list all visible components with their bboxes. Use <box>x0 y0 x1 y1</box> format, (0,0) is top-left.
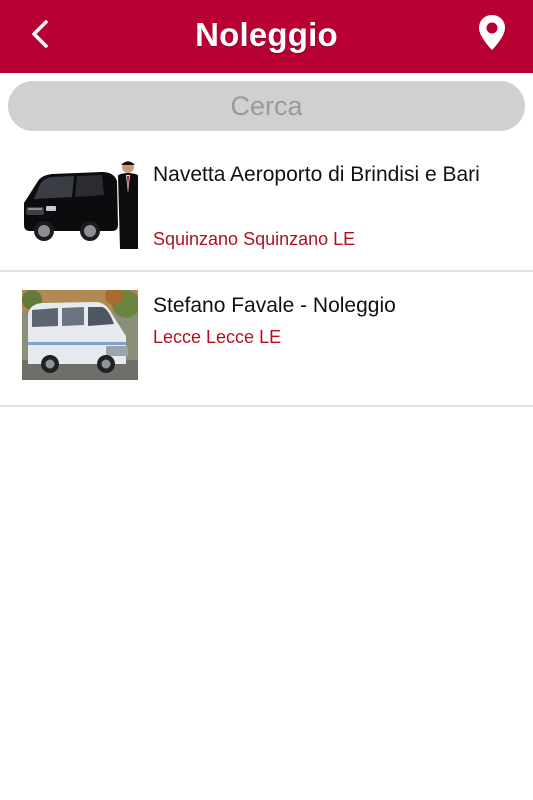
white-minibus-photo <box>22 290 138 380</box>
listing-location: Lecce Lecce LE <box>153 327 282 347</box>
listing-thumbnail <box>22 290 138 380</box>
listing-title: Navetta Aeroporto di Brindisi e Bari <box>153 163 480 186</box>
listing-thumbnail <box>22 159 138 249</box>
map-pin-icon <box>479 15 505 50</box>
listing-list: Navetta Aeroporto di Brindisi e Bari Squ… <box>0 138 533 407</box>
page-title: Noleggio <box>195 16 338 53</box>
search-input[interactable] <box>8 81 525 131</box>
list-item[interactable]: Navetta Aeroporto di Brindisi e Bari Squ… <box>0 138 533 272</box>
listing-location: Squinzano Squinzano LE <box>153 229 356 249</box>
list-item[interactable]: Stefano Favale - Noleggio Lecce Lecce LE <box>0 272 533 407</box>
black-van-with-chauffeur-photo <box>22 159 138 249</box>
map-button[interactable] <box>474 12 510 54</box>
listing-title: Stefano Favale - Noleggio <box>153 294 396 317</box>
search-bar <box>0 73 533 138</box>
app-header: Noleggio <box>0 0 533 73</box>
